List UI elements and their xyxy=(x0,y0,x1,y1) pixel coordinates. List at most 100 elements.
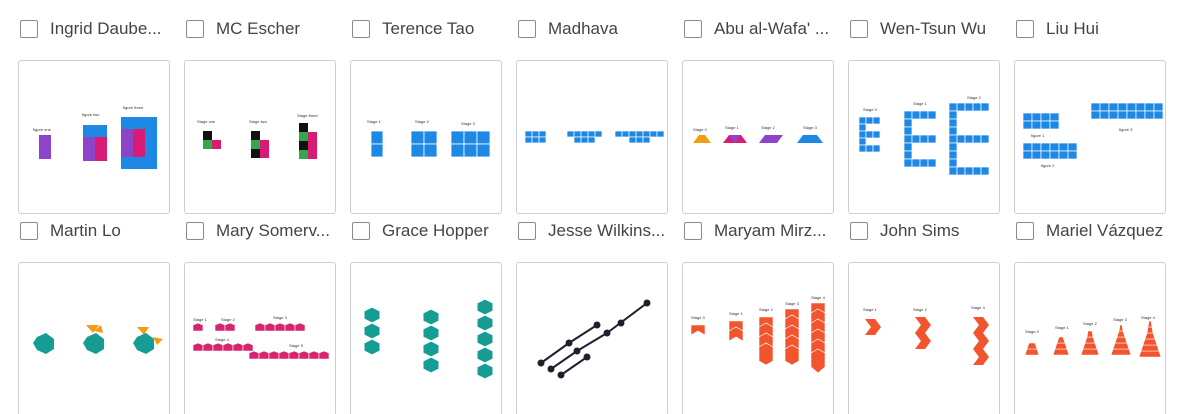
stage-label: Stage 1 xyxy=(913,101,928,106)
card-mary-somerville: Mary Somerv... Stage 1 Stage 2 Stage 3 S… xyxy=(184,214,336,414)
card-header: Terence Tao xyxy=(350,12,518,48)
figure-preview: Stage 0 Stage 1 Stage 2 Stage 3 xyxy=(693,125,823,143)
thumbnail[interactable]: Stage 0 Stage 1 Stage 2 Stage 3 xyxy=(682,262,834,414)
card-title: Maryam Mirz... xyxy=(714,221,827,240)
card-maryam-mirzakhani: Maryam Mirz... Stage 0 Stage 1 Stage 2 S… xyxy=(682,214,834,414)
select-checkbox[interactable] xyxy=(850,20,868,38)
select-checkbox[interactable] xyxy=(684,20,702,38)
select-checkbox[interactable] xyxy=(684,222,702,240)
stage-label: figure 2 xyxy=(1041,163,1055,168)
card-mariel-vazquez: Mariel Vázquez Stage 0 Stage 1 Stage 2 S… xyxy=(1014,214,1166,414)
select-checkbox[interactable] xyxy=(186,20,204,38)
card-title: Mariel Vázquez xyxy=(1046,221,1164,240)
figure-preview: figure one figure two figure three xyxy=(33,105,157,169)
stage-label: Stage 5 xyxy=(289,343,304,348)
figure-preview xyxy=(537,299,651,379)
card-header: Madhava xyxy=(516,12,684,48)
stage-label: Stage 0 xyxy=(1025,329,1040,334)
card-header: Martin Lo xyxy=(18,214,186,250)
stage-label: Stage 1 xyxy=(863,307,878,312)
thumbnail[interactable]: Stage 0 Stage 1 Stage 2 Stage 3 Stage 4 xyxy=(1014,262,1166,414)
card-title: Mary Somerv... xyxy=(216,221,330,240)
select-checkbox[interactable] xyxy=(518,222,536,240)
thumbnail[interactable] xyxy=(516,60,668,214)
card-header: Abu al-Wafa' ... xyxy=(682,12,850,48)
select-checkbox[interactable] xyxy=(1016,20,1034,38)
stage-label: Stage 3 xyxy=(461,121,476,126)
card-header: Wen-Tsun Wu xyxy=(848,12,1016,48)
thumbnail[interactable]: Stage 1 Stage 2 Stage 3 xyxy=(350,60,502,214)
card-mc-escher: MC Escher Stage one Stage two Stage thre… xyxy=(184,12,336,214)
card-header: Mariel Vázquez xyxy=(1014,214,1182,250)
card-liu-hui: Liu Hui figure 1 figure 2 figure 3 xyxy=(1014,12,1166,214)
card-title: Abu al-Wafa' ... xyxy=(714,19,830,38)
thumbnail[interactable] xyxy=(516,262,668,414)
select-checkbox[interactable] xyxy=(518,20,536,38)
stage-label: Stage 3 xyxy=(1113,317,1128,322)
stage-label: Stage 1 xyxy=(367,119,382,124)
card-title: John Sims xyxy=(880,221,960,240)
stage-label: Stage 0 xyxy=(691,315,706,320)
card-header: MC Escher xyxy=(184,12,352,48)
stage-label: Stage 2 xyxy=(759,307,774,312)
card-header: Mary Somerv... xyxy=(184,214,352,250)
select-checkbox[interactable] xyxy=(1016,222,1034,240)
select-checkbox[interactable] xyxy=(352,20,370,38)
thumbnail[interactable]: figure 1 figure 2 figure 3 xyxy=(1014,60,1166,214)
card-title: Wen-Tsun Wu xyxy=(880,19,987,38)
stage-label: figure two xyxy=(82,112,100,117)
figure-preview: Stage 0 Stage 1 Stage 2 xyxy=(858,95,990,176)
card-header: Liu Hui xyxy=(1014,12,1182,48)
thumbnail[interactable] xyxy=(18,262,170,414)
card-martin-lo: Martin Lo xyxy=(18,214,170,414)
thumbnail[interactable]: Stage 1 Stage 2 Stage 3 xyxy=(848,262,1000,414)
thumbnail[interactable]: Stage 0 Stage 1 Stage 2 Stage 3 xyxy=(682,60,834,214)
figure-preview: Stage one Stage two Stage three xyxy=(197,113,318,159)
stage-label: Stage 1 xyxy=(725,125,740,130)
stage-label: Stage 2 xyxy=(761,125,776,130)
stage-label: Stage 2 xyxy=(967,95,982,100)
stage-label: Stage 2 xyxy=(221,317,236,322)
select-checkbox[interactable] xyxy=(20,222,38,240)
select-checkbox[interactable] xyxy=(850,222,868,240)
card-header: Ingrid Daube... xyxy=(18,12,186,48)
card-title: Jesse Wilkins... xyxy=(548,221,666,240)
stage-label: Stage 3 xyxy=(971,305,986,310)
card-title: Martin Lo xyxy=(50,221,121,240)
stage-label: Stage 2 xyxy=(1083,321,1098,326)
card-title: Madhava xyxy=(548,19,618,38)
stage-label: Stage 2 xyxy=(415,119,430,124)
stage-label: Stage 3 xyxy=(803,125,818,130)
thumbnail[interactable]: Stage 0 Stage 1 Stage 2 xyxy=(848,60,1000,214)
card-abu-al-wafa: Abu al-Wafa' ... Stage 0 Stage 1 Stage 2… xyxy=(682,12,834,214)
stage-label: figure one xyxy=(33,127,52,132)
stage-label: Stage 3 xyxy=(273,315,288,320)
card-terence-tao: Terence Tao Stage 1 Stage 2 Stage 3 xyxy=(350,12,502,214)
select-checkbox[interactable] xyxy=(20,20,38,38)
select-checkbox[interactable] xyxy=(352,222,370,240)
stage-label: Stage 3 xyxy=(785,301,800,306)
card-madhava: Madhava xyxy=(516,12,668,214)
card-header: Grace Hopper xyxy=(350,214,518,250)
figure-preview xyxy=(524,130,665,144)
thumbnail[interactable]: Stage one Stage two Stage three xyxy=(184,60,336,214)
thumbnail[interactable]: figure one figure two figure three xyxy=(18,60,170,214)
select-checkbox[interactable] xyxy=(186,222,204,240)
stage-label: Stage 2 xyxy=(913,307,928,312)
stage-label: Stage 4 xyxy=(811,295,826,300)
figure-preview: figure 1 figure 2 figure 3 xyxy=(1022,102,1164,168)
figure-preview: Stage 1 Stage 2 Stage 3 xyxy=(863,305,989,365)
stage-label: Stage 0 xyxy=(693,127,708,132)
thumbnail[interactable]: Stage 1 Stage 2 Stage 3 Stage 4 Stage 5 xyxy=(184,262,336,414)
stage-label: Stage 1 xyxy=(1055,325,1070,330)
stage-label: figure 3 xyxy=(1119,127,1133,132)
card-title: Grace Hopper xyxy=(382,221,489,240)
card-title: MC Escher xyxy=(216,19,301,38)
card-ingrid-daubechies: Ingrid Daube... figure one figure two fi… xyxy=(18,12,170,214)
stage-label: figure 1 xyxy=(1031,133,1045,138)
figure-preview: Stage 1 Stage 2 Stage 3 Stage 4 Stage 5 xyxy=(192,315,330,360)
figure-preview xyxy=(33,325,163,354)
stage-label: Stage one xyxy=(197,119,216,124)
thumbnail[interactable] xyxy=(350,262,502,414)
figure-gallery: Ingrid Daube... figure one figure two fi… xyxy=(0,0,1200,414)
